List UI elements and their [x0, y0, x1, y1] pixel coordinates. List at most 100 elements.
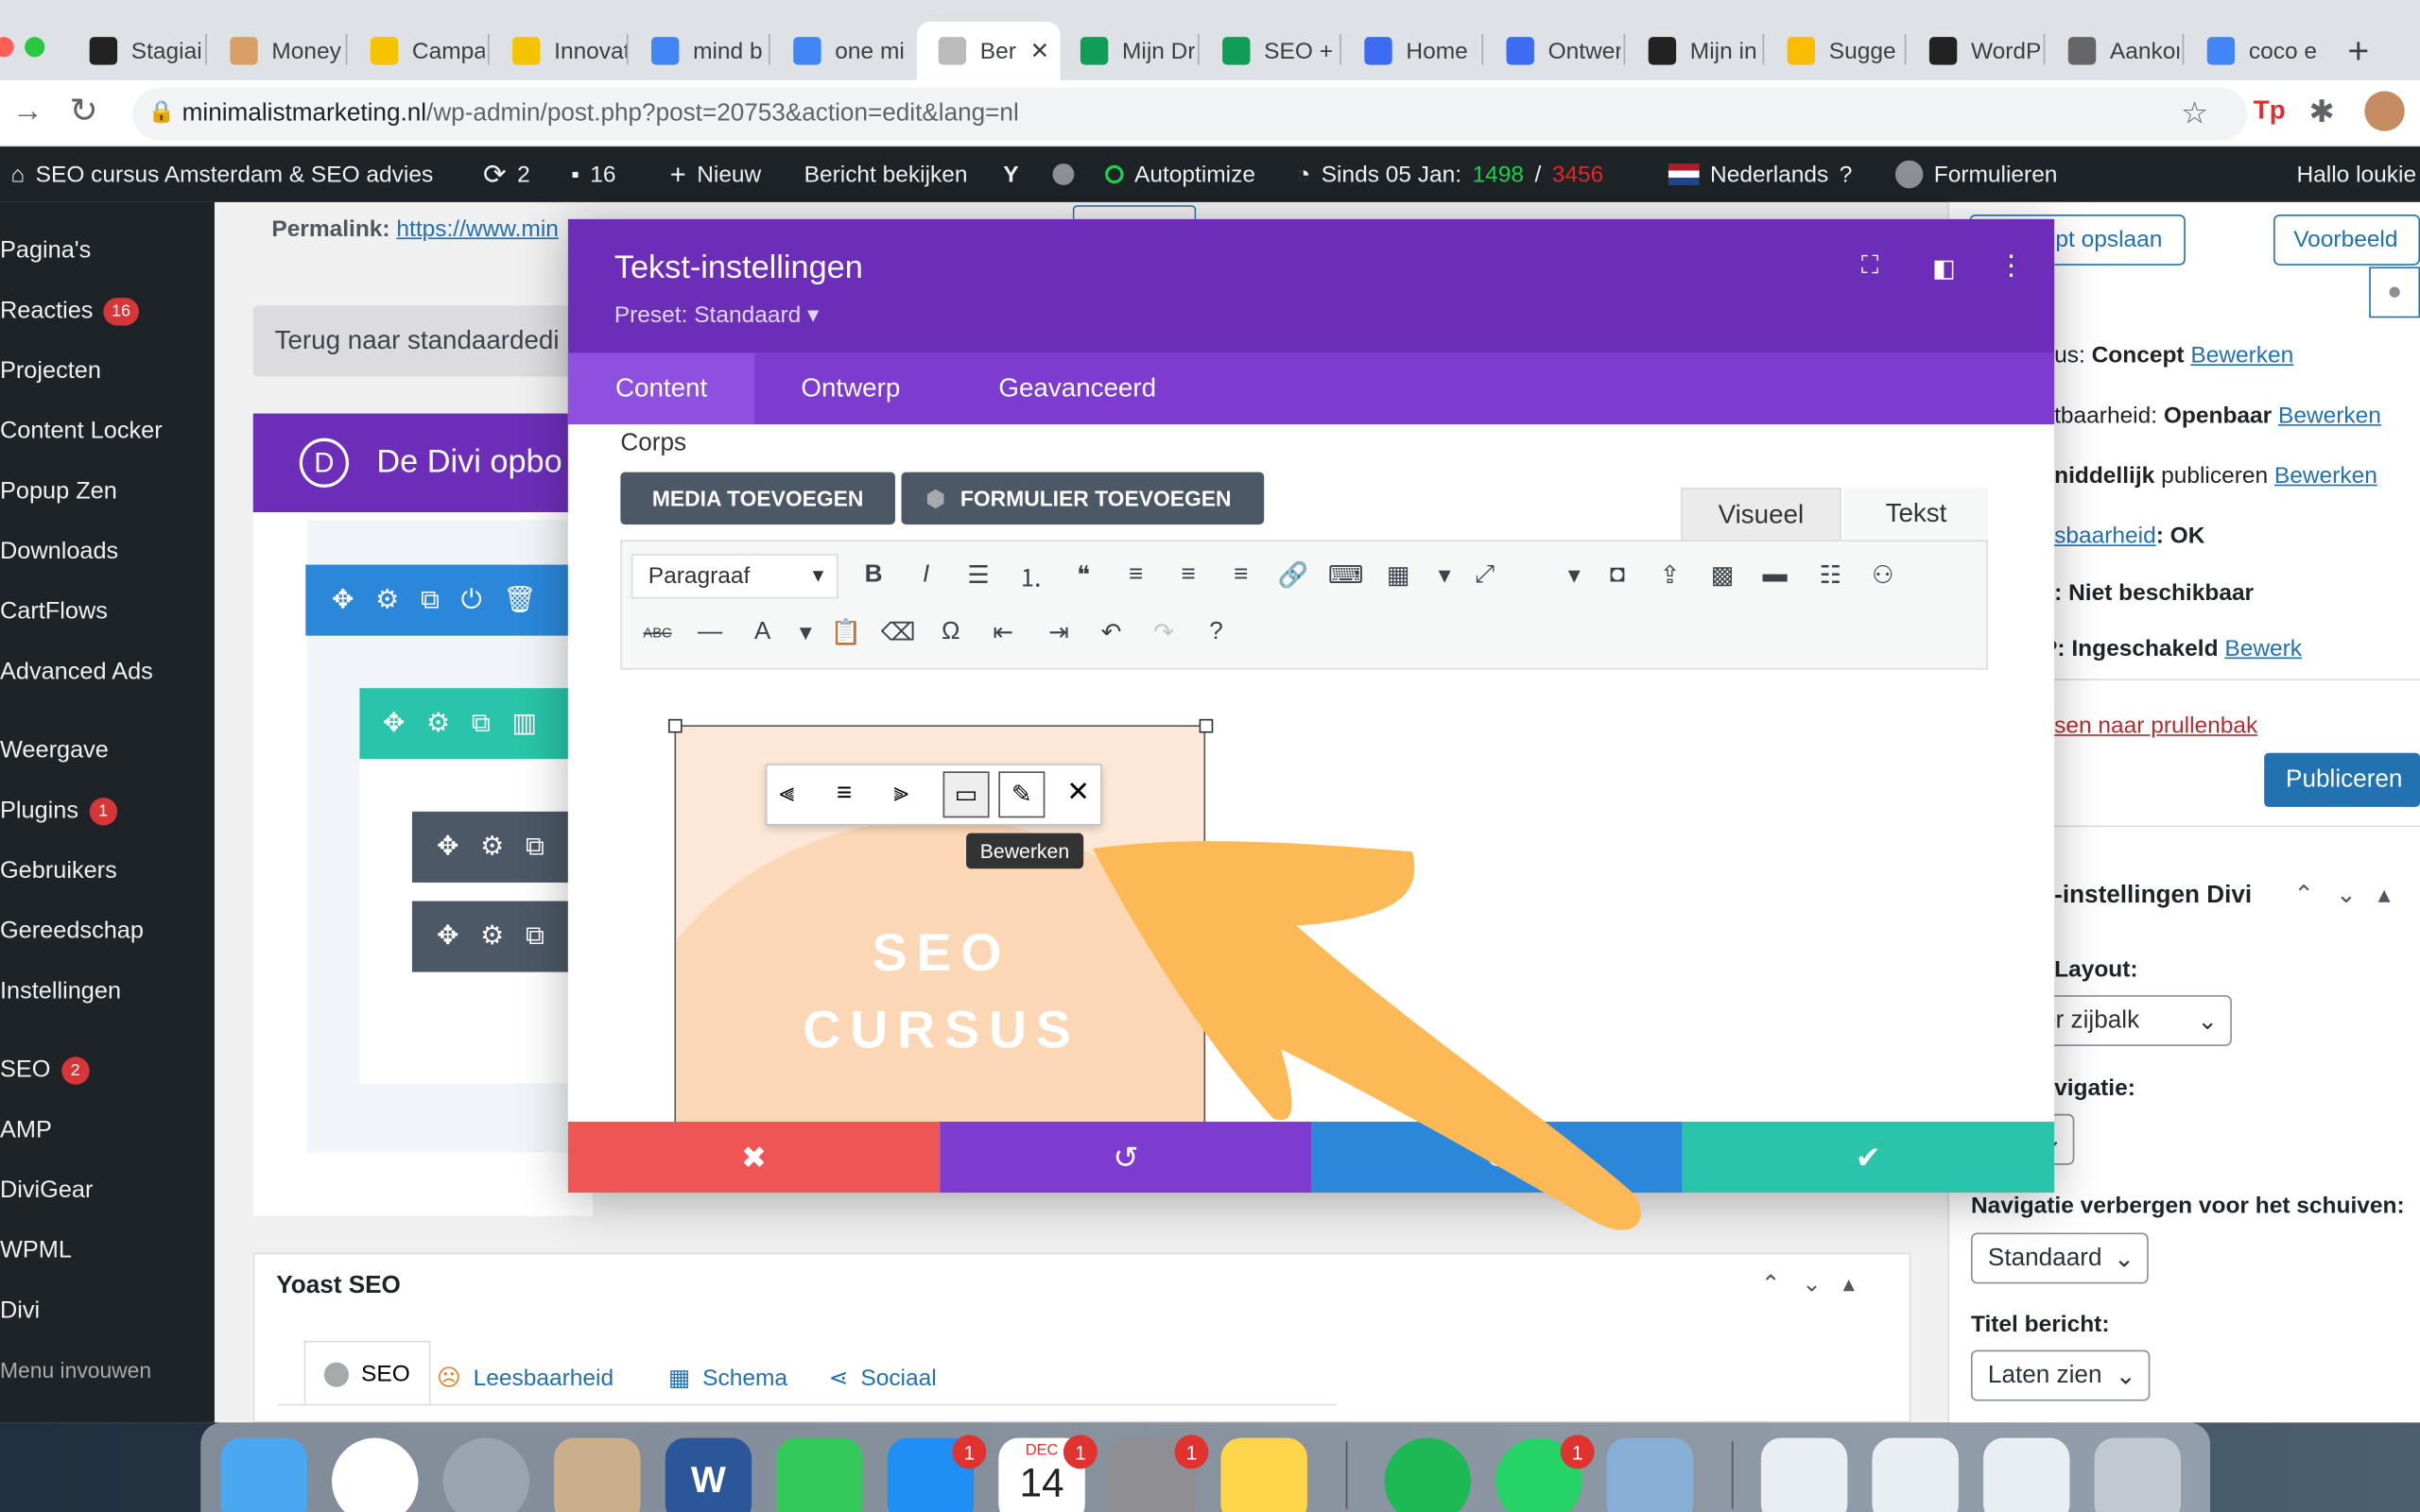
- panel-arrows-icon[interactable]: ⌃⌄▴: [2293, 880, 2411, 911]
- admin-updates[interactable]: ⟳ 2: [483, 146, 530, 202]
- move-icon[interactable]: ✥: [332, 585, 354, 616]
- duplicate-icon[interactable]: ⧉: [472, 708, 491, 739]
- browser-tab[interactable]: Sugge: [1766, 22, 1902, 80]
- sidebar-item[interactable]: AMP: [0, 1108, 52, 1154]
- forward-icon[interactable]: →: [12, 94, 43, 130]
- browser-tab[interactable]: Stagiai: [68, 22, 204, 80]
- tab-design[interactable]: Ontwerp: [801, 353, 900, 424]
- browser-tab[interactable]: coco e: [2186, 22, 2318, 80]
- edit-status-link[interactable]: Bewerken: [2190, 342, 2293, 369]
- browser-tab[interactable]: Mijn in: [1627, 22, 1759, 80]
- align-left-icon[interactable]: ⫷: [780, 778, 795, 809]
- sidebar-item[interactable]: Gebruikers: [0, 849, 117, 895]
- sidebar-item[interactable]: Content Locker: [0, 409, 163, 455]
- trash-icon[interactable]: [2094, 1437, 2182, 1512]
- panel-arrows-icon[interactable]: ⌃⌄▴: [1761, 1270, 1876, 1297]
- power-icon[interactable]: ⏻: [461, 585, 482, 616]
- settings-icon[interactable]: ⚙: [480, 832, 504, 863]
- finder-icon[interactable]: [220, 1437, 307, 1512]
- align-left-icon[interactable]: ≡: [1115, 556, 1155, 595]
- move-to-trash-link[interactable]: sen naar prullenbak: [2054, 713, 2257, 739]
- redo-icon[interactable]: ↷: [1144, 612, 1184, 652]
- browser-tab[interactable]: SEO +: [1201, 22, 1337, 80]
- admin-site-link[interactable]: ⌂ SEO cursus Amsterdam & SEO advies: [10, 146, 433, 202]
- window-close-dot[interactable]: [0, 37, 14, 58]
- yoast-tab-seo[interactable]: SEO: [303, 1340, 431, 1406]
- align-right-icon[interactable]: ⫸: [893, 778, 908, 809]
- add-media-button[interactable]: MEDIA TOEVOEGEN: [620, 472, 895, 525]
- sidebar-item[interactable]: CartFlows: [0, 590, 108, 636]
- visual-mode-tab[interactable]: Visueel: [1681, 487, 1841, 541]
- upload-icon[interactable]: ⇪: [1650, 556, 1689, 595]
- admin-stats[interactable]: ◔ Sinds 05 Jan: 1498/3456: [1296, 146, 1603, 202]
- preset-selector[interactable]: Preset: Standaard ▾: [614, 301, 820, 329]
- columns-icon[interactable]: ▥: [511, 708, 536, 739]
- resize-handle[interactable]: [1199, 718, 1214, 733]
- dropdown-caret-icon[interactable]: ▾: [1554, 556, 1594, 595]
- browser-tab[interactable]: Innovat: [491, 22, 627, 80]
- sidebar-item[interactable]: Gereedschap: [0, 909, 144, 955]
- sidebar-item[interactable]: Downloads: [0, 529, 118, 576]
- move-icon[interactable]: ✥: [383, 708, 405, 739]
- yoast-tab-schema[interactable]: ▦ Schema: [668, 1350, 787, 1406]
- sidebar-item[interactable]: WPML: [0, 1228, 72, 1275]
- duplicate-icon[interactable]: ⧉: [421, 585, 440, 616]
- outdent-icon[interactable]: ⇤: [983, 612, 1023, 652]
- browser-tab[interactable]: Home: [1342, 22, 1478, 80]
- align-none-icon[interactable]: ▭: [942, 771, 990, 818]
- duplicate-icon[interactable]: ⧉: [526, 832, 544, 863]
- publish-button[interactable]: Publiceren: [2264, 752, 2420, 807]
- sidebar-item[interactable]: SEO 2: [0, 1048, 90, 1094]
- trash-icon[interactable]: 🗑: [503, 585, 536, 616]
- align-right-icon[interactable]: ≡: [1220, 556, 1260, 595]
- sidebar-item[interactable]: Pagina's: [0, 229, 91, 275]
- columns-icon[interactable]: ☷: [1810, 556, 1850, 595]
- table-caret-icon[interactable]: ▾: [1425, 556, 1464, 595]
- align-center-icon[interactable]: ≡: [837, 778, 852, 809]
- profile-avatar[interactable]: [2364, 91, 2405, 131]
- more-options-icon[interactable]: ⋮: [1997, 249, 2025, 282]
- settings-icon[interactable]: ⚙: [375, 585, 399, 616]
- table-icon[interactable]: ▦: [1378, 556, 1418, 595]
- split-view-icon[interactable]: ◧: [1932, 253, 1956, 284]
- admin-autoptimize[interactable]: Autoptimize: [1105, 146, 1255, 202]
- yoast-icon[interactable]: Y: [1003, 146, 1018, 202]
- shortcode-icon[interactable]: ◘: [1598, 556, 1637, 595]
- numbered-list-icon[interactable]: ⒈: [1011, 556, 1050, 595]
- preview-button[interactable]: Voorbeeld: [2273, 214, 2420, 266]
- edit-publish-link[interactable]: Bewerken: [2274, 463, 2377, 490]
- italic-icon[interactable]: I: [906, 556, 945, 595]
- info-icon[interactable]: ●: [2369, 266, 2420, 318]
- divider-icon[interactable]: ▬: [1754, 556, 1794, 595]
- edit-visibility-link[interactable]: Bewerken: [2278, 403, 2381, 429]
- sidebar-item[interactable]: Menu invouwen: [0, 1347, 151, 1393]
- post-title-select[interactable]: Laten zien ⌄: [1970, 1349, 2151, 1401]
- user-icon[interactable]: ⚇: [1863, 556, 1903, 595]
- edit-pencil-icon[interactable]: ✎: [998, 771, 1046, 818]
- blockquote-icon[interactable]: ❝: [1063, 556, 1103, 595]
- bullet-list-icon[interactable]: ☰: [959, 556, 998, 595]
- sidebar-item[interactable]: Reacties 16: [0, 288, 139, 335]
- settings-icon[interactable]: ⚙: [480, 921, 504, 953]
- preview-icon[interactable]: [554, 1437, 641, 1512]
- bold-icon[interactable]: B: [854, 556, 893, 595]
- horizontal-line-icon[interactable]: —: [690, 612, 730, 652]
- admin-comments[interactable]: ▪ 16: [571, 146, 615, 202]
- sidebar-item[interactable]: Projecten: [0, 349, 101, 395]
- permalink-link[interactable]: https://www.min: [396, 216, 558, 243]
- document-thumbnail-icon[interactable]: [1760, 1437, 1848, 1512]
- extensions-puzzle-icon[interactable]: ✱: [2309, 93, 2335, 131]
- align-center-icon[interactable]: ≡: [1168, 556, 1208, 595]
- hide-navigation-select[interactable]: Standaard ⌄: [1970, 1232, 2149, 1284]
- text-color-caret-icon[interactable]: ▾: [786, 612, 825, 652]
- remove-icon[interactable]: ✕: [1066, 776, 1090, 808]
- document-thumbnail-icon[interactable]: [1872, 1437, 1959, 1512]
- strikethrough-icon[interactable]: ABC: [637, 612, 677, 652]
- add-form-button[interactable]: ⬢ FORMULIER TOEVOEGEN: [901, 472, 1265, 525]
- move-icon[interactable]: ✥: [437, 921, 458, 953]
- admin-view-post[interactable]: Bericht bekijken: [804, 146, 968, 202]
- duplicate-icon[interactable]: ⧉: [526, 921, 544, 953]
- document-thumbnail-icon[interactable]: [1983, 1437, 2070, 1512]
- reload-icon[interactable]: ↻: [69, 91, 97, 130]
- admin-greeting[interactable]: Hallo loukie: [2296, 146, 2416, 202]
